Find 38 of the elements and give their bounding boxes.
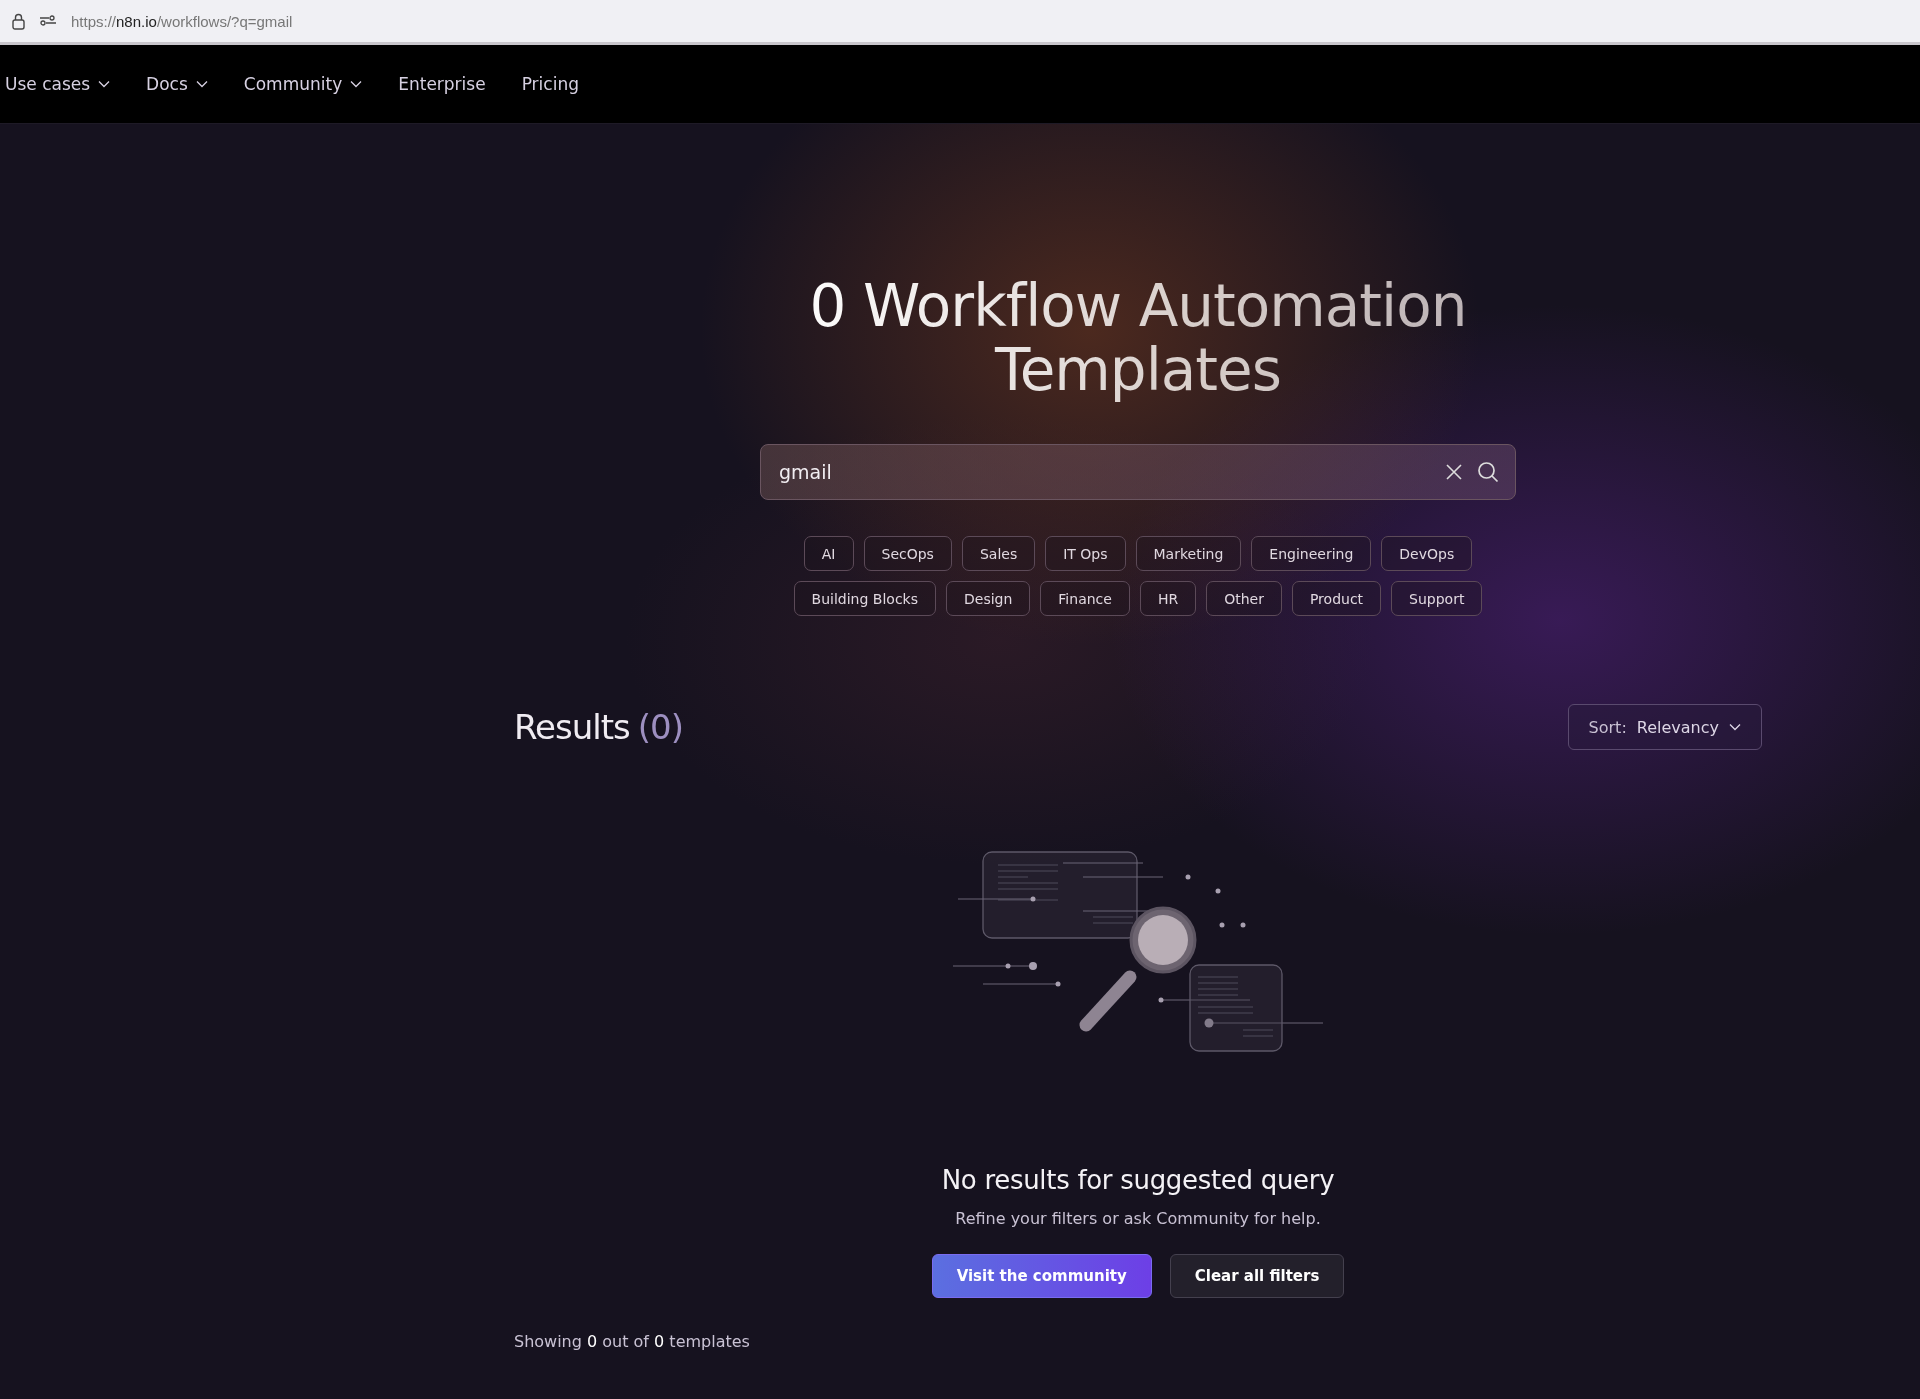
- search-icon[interactable]: [1477, 461, 1499, 483]
- lock-icon: [12, 12, 25, 30]
- category-chip[interactable]: Sales: [961, 536, 1036, 571]
- empty-state-text: Refine your filters or ask Community for help.: [955, 1209, 1321, 1228]
- category-chip[interactable]: Building Blocks: [793, 581, 936, 616]
- category-chip[interactable]: Product: [1291, 581, 1382, 616]
- chevron-down-icon: [350, 80, 363, 88]
- nav-link[interactable]: Pricing: [521, 74, 579, 94]
- category-chip[interactable]: Finance: [1040, 581, 1130, 616]
- nav-link[interactable]: Use cases: [5, 74, 111, 94]
- results-count: (0): [637, 707, 683, 747]
- nav-link[interactable]: Docs: [146, 74, 208, 94]
- category-chip[interactable]: HR: [1139, 581, 1197, 616]
- nav-link[interactable]: Enterprise: [398, 74, 486, 94]
- visit-community-button[interactable]: Visit the community: [931, 1254, 1152, 1298]
- chevron-down-icon: [1729, 723, 1741, 731]
- empty-state-title: No results for suggested query: [941, 1165, 1335, 1195]
- site-settings-icon[interactable]: [39, 15, 57, 27]
- category-chip[interactable]: Marketing: [1135, 536, 1242, 571]
- showing-count-text: Showing 0 out of 0 templates: [514, 1332, 750, 1351]
- chevron-down-icon: [98, 80, 111, 88]
- category-chip[interactable]: DevOps: [1381, 536, 1473, 571]
- nav-link[interactable]: Community: [243, 74, 363, 94]
- sort-dropdown[interactable]: Sort: Relevancy: [1567, 704, 1762, 750]
- category-chip[interactable]: Support: [1391, 581, 1483, 616]
- category-chip[interactable]: Other: [1206, 581, 1282, 616]
- category-chip[interactable]: AI: [803, 536, 854, 571]
- clear-filters-button[interactable]: Clear all filters: [1169, 1254, 1345, 1298]
- chevron-down-icon: [195, 80, 208, 88]
- results-heading: Results: [514, 707, 630, 747]
- url-text[interactable]: https://n8n.io/workflows/?q=gmail: [71, 12, 293, 30]
- category-chip[interactable]: IT Ops: [1045, 536, 1126, 571]
- category-chip[interactable]: SecOps: [863, 536, 952, 571]
- search-field[interactable]: gmail: [760, 444, 1516, 500]
- close-icon[interactable]: [1445, 463, 1463, 481]
- search-input[interactable]: gmail: [779, 461, 1431, 483]
- category-chip[interactable]: Design: [946, 581, 1031, 616]
- category-chip[interactable]: Engineering: [1251, 536, 1372, 571]
